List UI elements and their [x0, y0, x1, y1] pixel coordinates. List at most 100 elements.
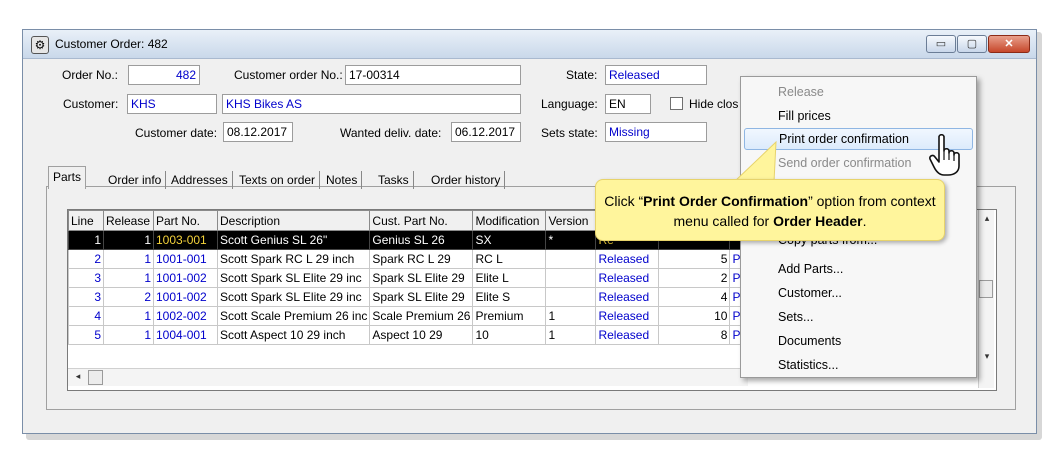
menu-item-statistics[interactable]: Statistics...	[744, 354, 973, 376]
hide-closed-checkbox[interactable]	[670, 97, 683, 110]
table-row[interactable]: 5 1 1004-001 Scott Aspect 10 29 inch Asp…	[68, 325, 753, 345]
cell-line: 4	[68, 306, 104, 326]
customer-order-no-field[interactable]: 17-00314	[345, 65, 521, 85]
callout-bold-option: Print Order Confirmation	[643, 193, 809, 209]
cell-version: *	[545, 230, 597, 250]
tab-order-info[interactable]: Order info	[104, 171, 167, 189]
callout-text-post: .	[862, 213, 867, 229]
menu-item-release[interactable]: Release	[744, 81, 973, 103]
col-part-no[interactable]: Part No.	[153, 210, 218, 231]
cell-version: 1	[545, 306, 597, 326]
table-row[interactable]: 3 1 1001-002 Scott Spark SL Elite 29 inc…	[68, 268, 753, 288]
customer-code-field[interactable]: KHS	[127, 94, 217, 114]
maximize-button[interactable]: ▢	[957, 35, 987, 53]
cell-release: 1	[103, 249, 154, 269]
title-bar[interactable]: ⚙ Customer Order: 482 ▭ ▢ ✕	[23, 30, 1036, 59]
cell-modification: Premium	[472, 306, 547, 326]
col-version[interactable]: Version	[545, 210, 597, 231]
menu-item-documents[interactable]: Documents	[744, 330, 973, 352]
language-field[interactable]: EN	[605, 94, 651, 114]
table-row[interactable]: 2 1 1001-001 Scott Spark RC L 29 inch Sp…	[68, 249, 753, 269]
scroll-left-icon[interactable]: ◂	[70, 370, 86, 385]
cell-line: 3	[68, 287, 104, 307]
col-line[interactable]: Line	[68, 210, 104, 231]
cell-modification: RC L	[472, 249, 547, 269]
callout-pointer	[732, 140, 777, 183]
tab-addresses[interactable]: Addresses	[167, 171, 233, 189]
customer-date-field[interactable]: 08.12.2017	[223, 122, 293, 142]
scroll-down-icon[interactable]: ▾	[979, 350, 995, 365]
state-field: Released	[605, 65, 707, 85]
table-row[interactable]: 4 1 1002-002 Scott Scale Premium 26 inc …	[68, 306, 753, 326]
cell-cust-part-no: Genius SL 26	[369, 230, 474, 250]
cell-cust-part-no: Spark SL Elite 29	[369, 287, 474, 307]
gear-icon[interactable]: ⚙	[31, 36, 49, 54]
window-title: Customer Order: 482	[55, 37, 168, 51]
cell-cust-part-no: Aspect 10 29	[369, 325, 474, 345]
cell-line: 5	[68, 325, 104, 345]
callout-bold-header: Order Header	[773, 213, 863, 229]
menu-item-sets[interactable]: Sets...	[744, 306, 973, 328]
close-button[interactable]: ✕	[988, 35, 1030, 53]
cell-release: 2	[103, 287, 154, 307]
sets-state-field: Missing	[605, 122, 707, 142]
cell-description: Scott Spark SL Elite 29 inc	[216, 268, 371, 288]
cell-status: Released	[595, 249, 660, 269]
cell-version: 1	[545, 325, 597, 345]
wanted-deliv-date-label: Wanted deliv. date:	[340, 126, 442, 140]
state-label: State:	[566, 68, 598, 82]
hand-pointer-icon	[929, 134, 960, 176]
cell-modification: SX	[472, 230, 547, 250]
cell-modification: Elite S	[472, 287, 547, 307]
customer-label: Customer:	[63, 97, 119, 111]
cell-qty: 8	[658, 325, 731, 345]
customer-name-field[interactable]: KHS Bikes AS	[222, 94, 521, 114]
col-cust-part-no[interactable]: Cust. Part No.	[369, 210, 474, 231]
tab-notes[interactable]: Notes	[322, 171, 363, 189]
vertical-scroll-thumb[interactable]	[979, 280, 993, 298]
order-no-label: Order No.:	[62, 68, 119, 82]
vertical-scrollbar[interactable]: ▴ ▾	[978, 210, 994, 388]
cell-cust-part-no: Spark RC L 29	[369, 249, 474, 269]
menu-item-customer[interactable]: Customer...	[744, 282, 973, 304]
tab-tasks[interactable]: Tasks	[374, 171, 414, 189]
cell-cust-part-no: Scale Premium 26	[369, 306, 474, 326]
callout-text-pre: Click “	[604, 193, 644, 209]
cell-part-no: 1004-001	[153, 325, 218, 345]
menu-item-fill-prices[interactable]: Fill prices	[744, 105, 973, 127]
cell-version	[545, 287, 597, 307]
cell-release: 1	[103, 268, 154, 288]
cell-description: Scott Spark RC L 29 inch	[216, 249, 371, 269]
cell-description: Scott Spark SL Elite 29 inc	[216, 287, 371, 307]
cell-release: 1	[103, 306, 154, 326]
cell-qty: 2	[658, 268, 731, 288]
cell-part-no: 1001-002	[153, 268, 218, 288]
col-description[interactable]: Description	[216, 210, 371, 231]
col-release[interactable]: Release	[103, 210, 154, 231]
order-no-field[interactable]: 482	[128, 65, 200, 85]
instruction-callout: Click “Print Order Confirmation” option …	[595, 179, 945, 241]
minimize-button[interactable]: ▭	[926, 35, 956, 53]
scroll-up-icon[interactable]: ▴	[979, 212, 995, 227]
cell-qty: 10	[658, 306, 731, 326]
tab-texts-on-order[interactable]: Texts on order	[235, 171, 321, 189]
cell-status: Released	[595, 268, 660, 288]
menu-item-add-parts[interactable]: Add Parts...	[744, 258, 973, 280]
cell-status: Released	[595, 287, 660, 307]
cell-part-no: 1002-002	[153, 306, 218, 326]
table-row[interactable]: 3 2 1001-002 Scott Spark SL Elite 29 inc…	[68, 287, 753, 307]
cell-status: Released	[595, 306, 660, 326]
tab-parts[interactable]: Parts	[48, 166, 87, 189]
cell-qty: 5	[658, 249, 731, 269]
cell-part-no: 1001-002	[153, 287, 218, 307]
cell-status: Released	[595, 325, 660, 345]
col-modification[interactable]: Modification	[472, 210, 547, 231]
tab-order-history[interactable]: Order history	[427, 171, 506, 189]
cell-line: 1	[68, 230, 104, 250]
cell-release: 1	[103, 230, 154, 250]
customer-order-no-label: Customer order No.:	[234, 68, 343, 82]
horizontal-scrollbar[interactable]: ◂	[68, 368, 748, 386]
wanted-deliv-date-field[interactable]: 06.12.2017	[451, 122, 521, 142]
cell-line: 3	[68, 268, 104, 288]
scroll-thumb[interactable]	[88, 370, 103, 385]
